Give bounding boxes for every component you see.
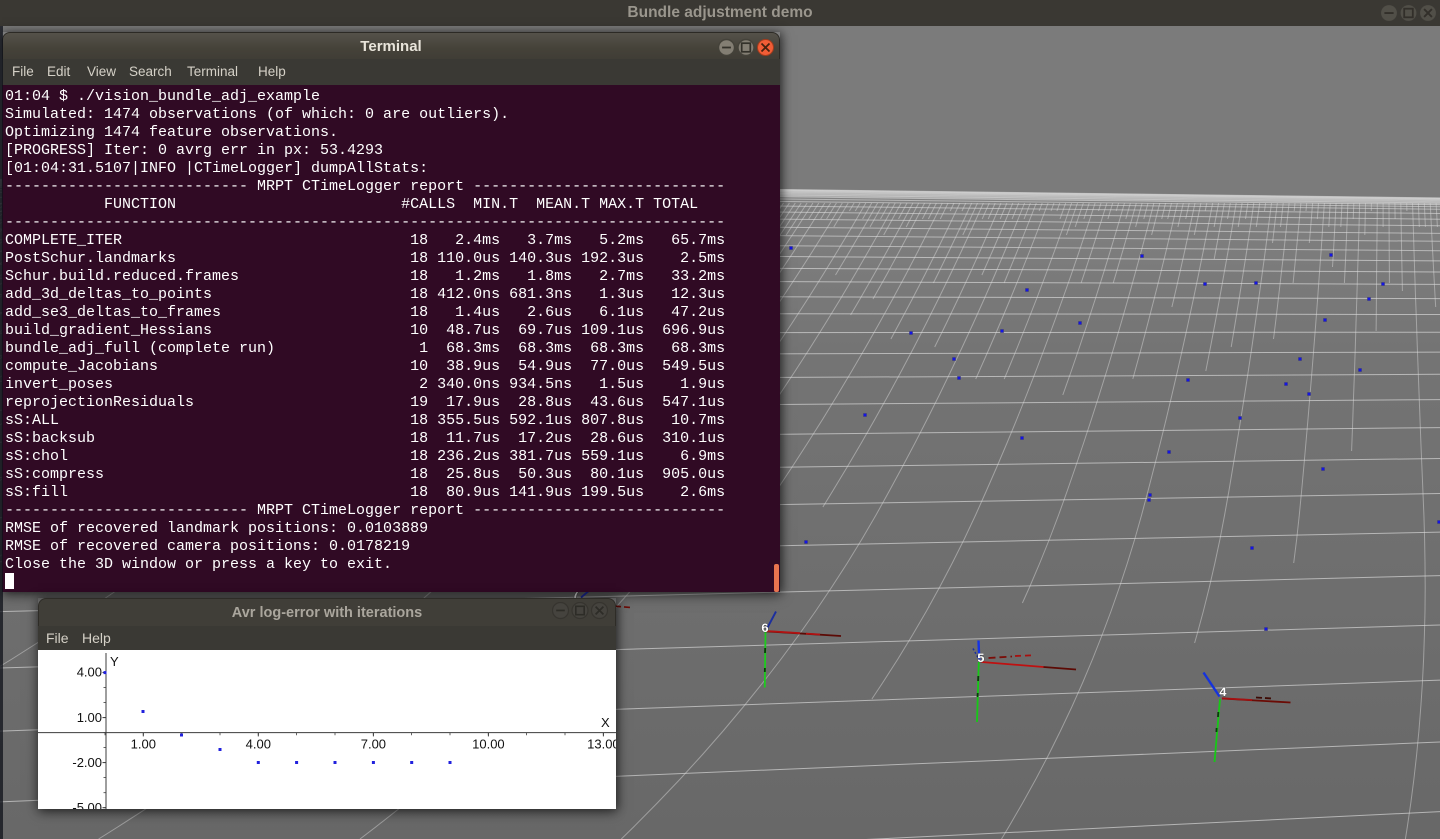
svg-text:4: 4: [1219, 685, 1227, 700]
svg-text:5: 5: [977, 651, 985, 666]
svg-text:4.00: 4.00: [77, 665, 102, 680]
svg-text:X: X: [601, 715, 610, 730]
svg-text:Y: Y: [110, 654, 119, 669]
svg-text:-2.00: -2.00: [72, 755, 102, 770]
svg-text:10.00: 10.00: [472, 737, 505, 752]
svg-text:-5.00: -5.00: [72, 800, 102, 809]
svg-text:4.00: 4.00: [246, 737, 271, 752]
svg-text:6: 6: [761, 621, 769, 636]
svg-text:1.00: 1.00: [131, 737, 156, 752]
svg-text:1.00: 1.00: [77, 710, 102, 725]
svg-text:13.00: 13.00: [587, 737, 616, 752]
svg-text:7.00: 7.00: [361, 737, 386, 752]
